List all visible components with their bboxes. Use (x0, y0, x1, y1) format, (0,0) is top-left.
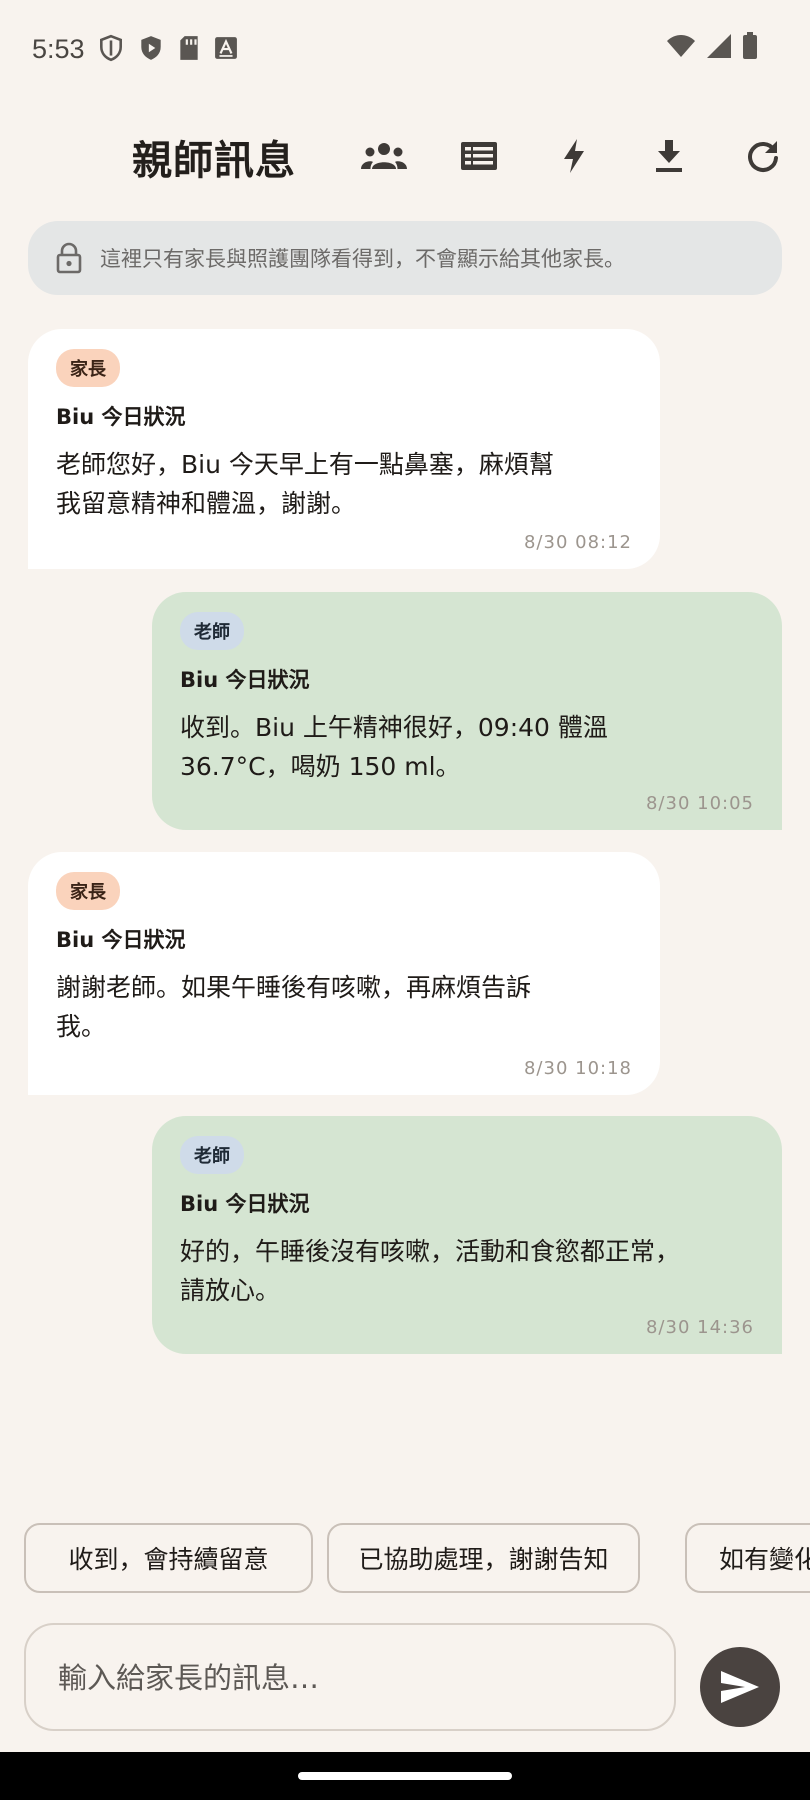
shield-outline-icon (100, 34, 122, 62)
wifi-icon (667, 35, 695, 57)
message-title: Biu 今日狀況 (180, 668, 310, 692)
message-bubble-parent: 家長 Biu 今日狀況 謝謝老師。如果午睡後有咳嗽，再麻煩告訴 我。 8/30 … (28, 852, 660, 1095)
role-badge: 老師 (180, 612, 244, 650)
privacy-notice-text: 這裡只有家長與照護團隊看得到，不會顯示給其他家長。 (100, 247, 625, 271)
send-icon (721, 1671, 759, 1703)
message-bubble-parent: 家長 Biu 今日狀況 老師您好，Biu 今天早上有一點鼻塞，麻煩幫 我留意精神… (28, 329, 660, 569)
message-line: 我留意精神和體溫，謝謝。 (56, 489, 357, 518)
navigation-bar (0, 1752, 810, 1800)
status-bar: 5:53 (0, 0, 810, 100)
refresh-icon (748, 141, 778, 172)
message-composer (24, 1623, 676, 1731)
download-button[interactable] (643, 130, 695, 182)
message-line: 好的，午睡後沒有咳嗽，活動和食慾都正常， (180, 1237, 681, 1266)
message-time: 8/30 10:18 (523, 1058, 632, 1079)
message-title: Biu 今日狀況 (56, 928, 186, 952)
message-line: 36.7°C，喝奶 150 ml。 (180, 752, 461, 781)
page-title: 親師訊息 (132, 138, 296, 184)
lock-icon (56, 242, 82, 274)
message-bubble-teacher: 老師 Biu 今日狀況 收到。Biu 上午精神很好，09:40 體溫 36.7°… (152, 592, 782, 830)
app-header: 親師訊息 (0, 110, 810, 200)
list-button[interactable] (453, 130, 505, 182)
message-body: 老師您好，Biu 今天早上有一點鼻塞，麻煩幫 我留意精神和體溫，謝謝。 (56, 445, 634, 523)
message-body: 收到。Biu 上午精神很好，09:40 體溫 36.7°C，喝奶 150 ml。 (180, 708, 756, 786)
message-title: Biu 今日狀況 (56, 405, 186, 429)
privacy-notice: 這裡只有家長與照護團隊看得到，不會顯示給其他家長。 (28, 221, 782, 295)
bolt-button[interactable] (548, 130, 600, 182)
status-time: 5:53 (32, 34, 85, 64)
message-input[interactable] (56, 1655, 650, 1701)
message-line: 謝謝老師。如果午睡後有咳嗽，再麻煩告訴 (56, 973, 532, 1002)
list-icon (461, 142, 497, 170)
quick-reply-chip[interactable]: 如有變化 (685, 1523, 810, 1593)
status-icons-right (666, 32, 758, 60)
message-line: 我。 (56, 1012, 107, 1041)
message-bubble-teacher: 老師 Biu 今日狀況 好的，午睡後沒有咳嗽，活動和食慾都正常， 請放心。 8/… (152, 1116, 782, 1354)
group-icon (361, 143, 407, 169)
role-badge: 家長 (56, 349, 120, 387)
message-body: 好的，午睡後沒有咳嗽，活動和食慾都正常， 請放心。 (180, 1232, 756, 1310)
message-body: 謝謝老師。如果午睡後有咳嗽，再麻煩告訴 我。 (56, 968, 634, 1046)
quick-reply-chip[interactable]: 收到，會持續留意 (24, 1523, 313, 1593)
send-button[interactable] (700, 1647, 780, 1727)
download-icon (656, 140, 682, 172)
message-line: 收到。Biu 上午精神很好，09:40 體溫 (180, 713, 608, 742)
status-icons-left (98, 34, 238, 62)
text-a-icon (215, 37, 237, 59)
refresh-button[interactable] (737, 130, 789, 182)
message-line: 老師您好，Biu 今天早上有一點鼻塞，麻煩幫 (56, 450, 554, 479)
sd-card-icon (180, 36, 198, 60)
quick-reply-row: 收到，會持續留意 已協助處理，謝謝告知 如有變化 (24, 1523, 810, 1597)
quick-reply-chip[interactable]: 已協助處理，謝謝告知 (327, 1523, 640, 1593)
message-time: 8/30 14:36 (645, 1317, 754, 1338)
shield-play-icon (141, 36, 161, 60)
signal-icon (707, 34, 731, 58)
message-time: 8/30 08:12 (523, 532, 632, 553)
home-handle[interactable] (298, 1772, 512, 1780)
bolt-icon (564, 139, 584, 173)
role-badge: 家長 (56, 872, 120, 910)
role-badge: 老師 (180, 1136, 244, 1174)
message-title: Biu 今日狀況 (180, 1192, 310, 1216)
message-line: 請放心。 (180, 1276, 281, 1305)
group-button[interactable] (358, 130, 410, 182)
message-time: 8/30 10:05 (645, 793, 754, 814)
battery-icon (743, 32, 757, 59)
